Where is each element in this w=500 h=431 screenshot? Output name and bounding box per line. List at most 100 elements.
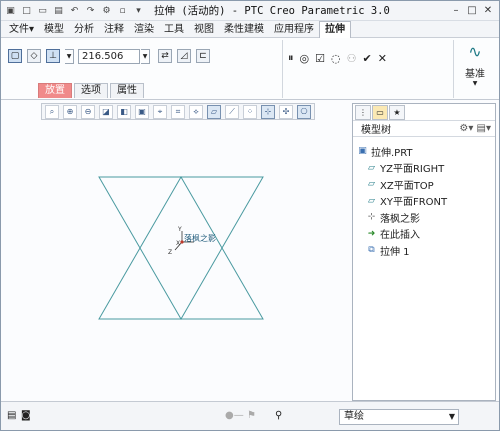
- menu-model[interactable]: 模型: [39, 21, 69, 38]
- part-icon: ▣: [358, 146, 367, 157]
- maximize-icon[interactable]: □: [464, 5, 480, 16]
- menu-bar: 文件▾ 模型 分析 注释 渲染 工具 视图 柔性建模 应用程序 拉伸: [1, 20, 499, 38]
- dashboard-tabs: 放置 选项 属性: [38, 83, 146, 98]
- glasses-icon[interactable]: ⚇: [347, 52, 357, 65]
- close-window-icon[interactable]: ▾: [132, 4, 145, 17]
- axis-z-label: Z: [168, 249, 172, 256]
- graphics-area[interactable]: Y X Z 落枫之影: [1, 119, 351, 401]
- axis-display-icon[interactable]: ⟋: [225, 104, 239, 119]
- tree-item-insert-here[interactable]: ➜ 在此插入: [356, 226, 495, 243]
- csys-icon: ⊹: [367, 212, 376, 223]
- depth-option-dropdown[interactable]: ▼: [65, 48, 74, 64]
- navigator-tabs: ⋮ ▭ ★: [353, 104, 495, 121]
- ok-icon[interactable]: ✔: [362, 52, 371, 65]
- window-title: 拉伸 (活动的) - PTC Creo Parametric 3.0: [154, 5, 390, 17]
- model-tree: ▣ 拉伸.PRT ▱ YZ平面RIGHT ▱ XZ平面TOP ▱ XY平面FRONT ⊹…: [353, 137, 495, 259]
- save-icon[interactable]: ▤: [52, 4, 65, 17]
- minimize-icon[interactable]: –: [448, 5, 464, 16]
- model-tree-settings[interactable]: ⚙▾ ▤▾: [459, 123, 491, 134]
- status-bar: ▤ ◙ ●— ⚑ ⚲ 草绘 ▼: [1, 401, 499, 430]
- tree-item-label: XY平面FRONT: [380, 197, 448, 209]
- solid-icon[interactable]: ▢: [8, 49, 22, 63]
- folder-browser-tab-icon[interactable]: ▭: [372, 104, 388, 120]
- annotation-display-icon[interactable]: ⎔: [297, 104, 311, 119]
- find-icon[interactable]: ⚲: [275, 410, 282, 421]
- depth-input[interactable]: 216.506: [78, 48, 140, 64]
- menu-extrude[interactable]: 拉伸: [319, 20, 352, 38]
- preview-icon[interactable]: ◌: [331, 52, 341, 65]
- model-tree-tab-icon[interactable]: ⋮: [355, 104, 371, 120]
- thicken-sketch-icon[interactable]: ⊏: [196, 49, 210, 63]
- tree-item-top-plane[interactable]: ▱ XZ平面TOP: [356, 176, 495, 193]
- zoom-out-icon[interactable]: ⊖: [81, 104, 95, 119]
- datum-button[interactable]: ∿ 基准 ▼: [458, 42, 492, 87]
- tree-item-label: YZ平面RIGHT: [380, 164, 445, 176]
- menu-flexible-modeling[interactable]: 柔性建模: [219, 21, 269, 38]
- tab-placement[interactable]: 放置: [38, 83, 72, 98]
- zoom-in-icon[interactable]: ⊕: [63, 104, 77, 119]
- insert-arrow-icon: ➜: [367, 228, 376, 239]
- saved-views-icon[interactable]: ▣: [135, 104, 149, 119]
- plane-icon: ▱: [368, 195, 375, 206]
- flip-direction-icon[interactable]: ⇄: [158, 49, 172, 63]
- tree-item-front-plane[interactable]: ▱ XY平面FRONT: [356, 193, 495, 210]
- display-style-icon[interactable]: ◧: [117, 104, 131, 119]
- spin-center-icon[interactable]: ✣: [279, 104, 293, 119]
- tree-item-extrude[interactable]: ⧉ 拉伸 1: [356, 242, 495, 259]
- title-bar: ▣ □ ▭ ▤ ↶ ↷ ⚙ ▫ ▾ 拉伸 (活动的) - PTC Creo Pa…: [1, 1, 499, 21]
- chevron-down-icon: ▼: [472, 80, 478, 87]
- triangle-down: [98, 176, 264, 320]
- point-display-icon[interactable]: ⁘: [243, 104, 257, 119]
- depth-blind-icon[interactable]: ⊥: [46, 49, 60, 63]
- tree-item-label: 拉伸 1: [380, 246, 410, 258]
- tree-item-right-plane[interactable]: ▱ YZ平面RIGHT: [356, 160, 495, 177]
- pause-icon[interactable]: ⏸: [288, 51, 294, 65]
- view-manager-icon[interactable]: ⌖: [153, 104, 167, 119]
- divider: [453, 40, 454, 98]
- menu-view[interactable]: 视图: [189, 21, 219, 38]
- tab-properties[interactable]: 属性: [110, 83, 144, 98]
- tree-item-csys[interactable]: ⊹ 落枫之影: [356, 209, 495, 226]
- tab-options[interactable]: 选项: [74, 83, 108, 98]
- no-preview-icon[interactable]: ◎: [300, 52, 310, 65]
- selection-filter-value: 草绘: [344, 411, 364, 422]
- depth-value-dropdown[interactable]: ▼: [141, 48, 150, 64]
- menu-analysis[interactable]: 分析: [69, 21, 99, 38]
- refit-icon[interactable]: ⌕: [45, 104, 59, 119]
- creo-window: ▣ □ ▭ ▤ ↶ ↷ ⚙ ▫ ▾ 拉伸 (活动的) - PTC Creo Pa…: [0, 0, 500, 431]
- remove-material-icon[interactable]: ◿: [177, 49, 191, 63]
- csys-label: 落枫之影: [184, 233, 216, 243]
- menu-annotate[interactable]: 注释: [99, 21, 129, 38]
- datum-display-icon[interactable]: ⟡: [189, 104, 203, 119]
- show-navigator-icon[interactable]: ▤: [7, 410, 16, 421]
- menu-render[interactable]: 渲染: [129, 21, 159, 38]
- repaint-icon[interactable]: ◪: [99, 104, 113, 119]
- datum-icon: ∿: [468, 42, 482, 61]
- menu-tools[interactable]: 工具: [159, 21, 189, 38]
- regenerate-icon[interactable]: ⚙: [100, 4, 113, 17]
- tree-item-part[interactable]: ▣ 拉伸.PRT: [356, 143, 495, 160]
- dashboard-controls: ▢ ◇ ⊥ ▼ 216.506 ▼ ⇄ ◿ ⊏: [8, 48, 215, 64]
- cancel-icon[interactable]: ✕: [378, 52, 387, 65]
- datum-label: 基准: [465, 69, 485, 80]
- redo-icon[interactable]: ↷: [84, 4, 97, 17]
- menu-file[interactable]: 文件▾: [4, 21, 39, 38]
- show-browser-icon[interactable]: ◙: [21, 410, 31, 421]
- sketch-view: Y X Z 落枫之影: [98, 176, 264, 320]
- favorites-tab-icon[interactable]: ★: [389, 104, 405, 120]
- close-icon[interactable]: ✕: [480, 5, 496, 16]
- selection-filter[interactable]: 草绘 ▼: [339, 409, 459, 425]
- csys-display-icon[interactable]: ⊹: [261, 104, 275, 119]
- verify-icon[interactable]: ☑: [315, 52, 325, 65]
- new-icon[interactable]: □: [20, 4, 33, 17]
- surface-icon[interactable]: ◇: [27, 49, 41, 63]
- menu-applications[interactable]: 应用程序: [269, 21, 319, 38]
- open-icon[interactable]: ▭: [36, 4, 49, 17]
- plane-display-icon[interactable]: ▱: [207, 104, 221, 119]
- perspective-icon[interactable]: ⌗: [171, 104, 185, 119]
- model-tree-title: 模型树: [361, 125, 391, 136]
- windows-icon[interactable]: ▫: [116, 4, 129, 17]
- tree-item-label: 在此插入: [380, 230, 420, 242]
- message-indicator-icon: ●—: [225, 410, 244, 421]
- undo-icon[interactable]: ↶: [68, 4, 81, 17]
